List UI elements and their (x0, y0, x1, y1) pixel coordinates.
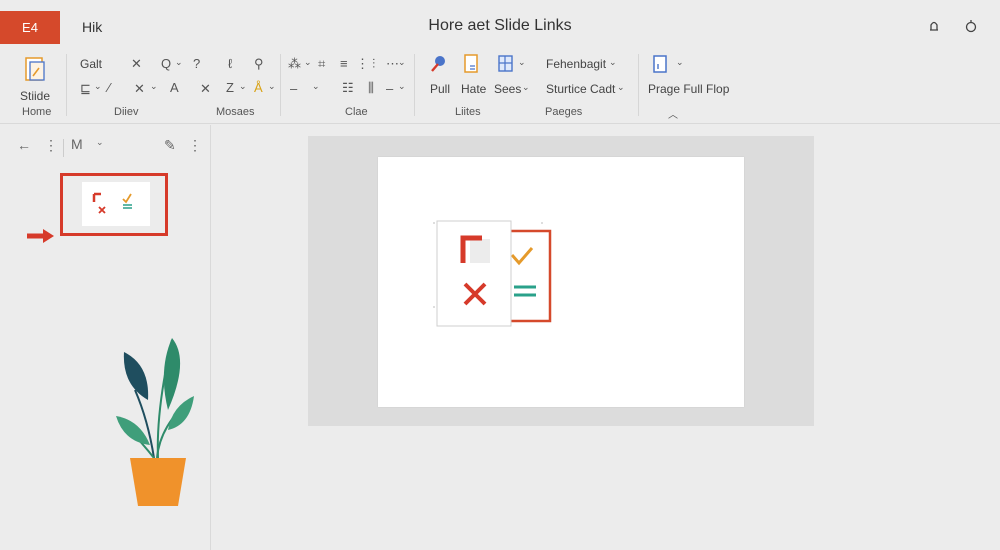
document-icon[interactable] (463, 54, 481, 77)
magnify-icon[interactable]: ⚲ (254, 56, 264, 72)
more-vertical-icon[interactable]: ⋮ (188, 137, 202, 154)
question-icon[interactable]: ? (193, 56, 200, 71)
current-slide[interactable] (378, 157, 744, 407)
sees-button[interactable]: Sees (494, 82, 521, 96)
clear-icon[interactable]: ✕ (134, 81, 145, 97)
toolbar-divider (63, 139, 64, 157)
ribbon-separator (414, 54, 415, 116)
align-icon[interactable]: ⌗ (318, 56, 325, 72)
chevron-down-icon[interactable]: ⌄ (150, 81, 158, 92)
share-icon[interactable] (926, 18, 942, 34)
dash-icon[interactable]: – (386, 81, 393, 96)
hate-button[interactable]: Hate (461, 82, 486, 96)
group-label-4: Liites (455, 106, 481, 118)
ribbon-separator (638, 54, 639, 116)
chevron-down-icon[interactable]: ⌄ (239, 81, 247, 92)
chevron-down-icon[interactable]: ⌄ (268, 81, 276, 92)
group-label-home: Home (22, 106, 52, 118)
font-name-box[interactable]: Galt (80, 57, 102, 71)
pen-icon[interactable]: ✎ (164, 137, 176, 154)
bars-icon[interactable]: ⫼ (368, 80, 374, 96)
highlight-icon[interactable]: Å (254, 80, 263, 95)
slide-thumbnail-selected[interactable] (60, 173, 168, 236)
chevron-down-icon[interactable]: ⌄ (175, 57, 183, 68)
prage-full-flop-button[interactable]: Prage Full Flop (648, 82, 729, 96)
pin-icon[interactable] (428, 54, 448, 77)
more-vertical-icon[interactable]: ⋮ (44, 137, 58, 154)
new-slide-icon[interactable] (22, 56, 48, 84)
new-slide-label: Stiide (20, 89, 51, 103)
arrow-right-icon (27, 229, 54, 243)
table-insert-icon[interactable] (496, 54, 516, 77)
group-label-3: Clae (345, 106, 368, 118)
chevron-down-icon[interactable]: ⌄ (522, 82, 530, 93)
front-card[interactable] (436, 220, 512, 327)
fehenbagit-button[interactable]: Fehenbagit (546, 57, 606, 71)
chevron-down-icon[interactable]: ⌄ (94, 81, 102, 92)
close-icon[interactable]: ✕ (131, 56, 142, 72)
slide-thumbnail-preview (82, 182, 150, 226)
cursor-icon[interactable]: ℓ (228, 56, 232, 71)
dash-icon[interactable]: – (290, 81, 297, 96)
list-icon[interactable]: ⊑ (80, 81, 91, 97)
chevron-down-icon[interactable]: ⌄ (96, 137, 104, 148)
slide-thumbnail-panel: ← ⋮ M ⌄ ✎ ⋮ (0, 125, 211, 550)
chevron-down-icon[interactable]: ⌄ (676, 57, 684, 68)
collapse-ribbon-icon[interactable]: ︿ (668, 106, 678, 121)
pull-button[interactable]: Pull (430, 82, 450, 96)
slide-graphic[interactable] (378, 157, 744, 407)
chevron-down-icon[interactable]: ⌄ (304, 57, 312, 68)
sturtice-cadt-button[interactable]: Sturtice Cadt (546, 82, 615, 96)
page-view-icon[interactable] (652, 54, 670, 77)
search-icon[interactable]: Q (161, 56, 171, 71)
layout-icon[interactable]: M (71, 136, 83, 152)
document-title: Hore aet Slide Links (428, 17, 572, 34)
font-color-button[interactable]: A (170, 80, 179, 95)
thumbnail-graphic-icon (92, 192, 132, 214)
table-icon[interactable]: ☷ (342, 80, 354, 96)
chevron-down-icon[interactable]: ⌄ (617, 82, 625, 93)
ribbon-separator (66, 54, 67, 116)
group-label-2: Mosaes (216, 106, 255, 118)
bullets-icon[interactable]: ⁂ (288, 56, 301, 72)
line-spacing-icon[interactable]: ≡ (340, 56, 348, 71)
pen-stroke-icon[interactable]: ∕ (108, 80, 110, 95)
chevron-down-icon[interactable]: ⌄ (398, 57, 406, 68)
chevron-down-icon[interactable]: ⌄ (609, 57, 617, 68)
ribbon: Stiide Home Galt ✕ Q ⌄ ? ℓ ⚲ ⊑ ⌄ ∕ ✕ ⌄ A… (0, 46, 1000, 124)
indent-icon[interactable]: ⋮ (356, 56, 369, 72)
title-bar: E4 Hik Hore aet Slide Links (0, 0, 1000, 46)
chevron-down-icon[interactable]: ⌄ (312, 81, 320, 92)
strikethrough-icon[interactable]: ✕ (200, 81, 211, 97)
subscript-icon[interactable]: Z (226, 80, 234, 95)
back-arrow-icon[interactable]: ← (17, 137, 31, 153)
plant-illustration-icon (116, 338, 194, 506)
chevron-down-icon[interactable]: ⌄ (518, 57, 526, 68)
ribbon-separator (280, 54, 281, 116)
chevron-down-icon[interactable]: ⌄ (398, 81, 406, 92)
settings-icon[interactable] (963, 18, 979, 34)
columns-icon[interactable]: ⫶ (372, 56, 375, 72)
group-label-5: Paeges (545, 106, 583, 118)
group-label-1: Diiev (114, 106, 139, 118)
